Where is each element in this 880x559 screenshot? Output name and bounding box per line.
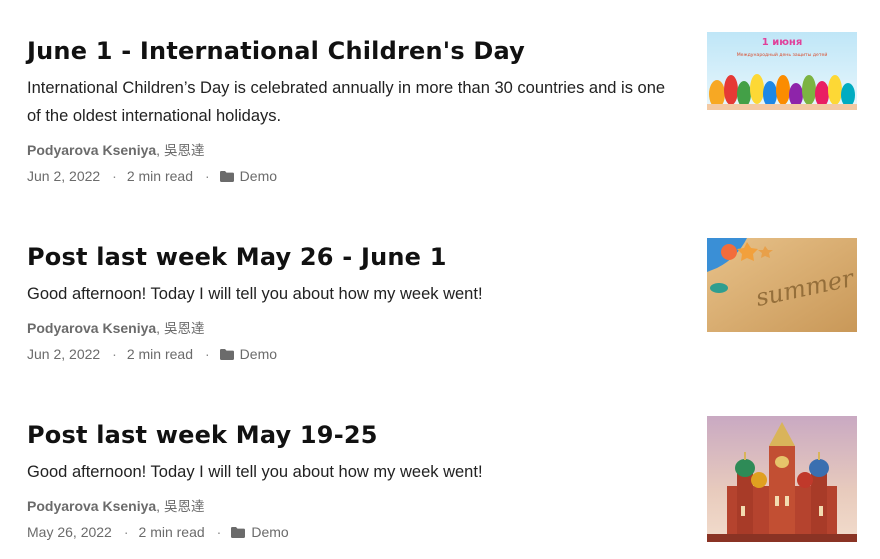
read-time: 2 min read [126,168,193,184]
post-title[interactable]: June 1 - International Children's Day [27,36,682,66]
author-separator: , [156,142,161,158]
post-text: June 1 - International Children's Day In… [27,36,682,186]
folder-icon [219,170,234,182]
author-link[interactable]: 吳恩達 [164,499,205,515]
category-link[interactable]: Demo [240,166,277,186]
author-link[interactable]: Podyarova Kseniya [27,142,156,158]
post-meta: May 26, 2022 · 2 min read · Demo [27,522,682,542]
category-link[interactable]: Demo [240,344,277,364]
svg-text:1 июня: 1 июня [762,37,803,48]
post-thumbnail[interactable]: summer [707,238,857,332]
meta-separator: · [205,168,210,184]
post-meta: Jun 2, 2022 · 2 min read · Demo [27,344,682,364]
post-date: Jun 2, 2022 [27,346,101,362]
author-link[interactable]: 吳恩達 [164,321,205,337]
post-authors: Podyarova Kseniya, 吳恩達 [27,496,682,517]
author-link[interactable]: Podyarova Kseniya [27,498,156,514]
author-separator: , [156,320,161,336]
post-thumbnail[interactable] [707,416,857,542]
post-title[interactable]: Post last week May 19-25 [27,420,682,450]
svg-text:Международный день защиты дете: Международный день защиты детей [737,51,828,58]
post-authors: Podyarova Kseniya, 吳恩達 [27,318,682,339]
post-date: Jun 2, 2022 [27,168,101,184]
post-meta: Jun 2, 2022 · 2 min read · Demo [27,166,682,186]
post-thumbnail[interactable]: 1 июня Международный день защиты детей [707,32,857,110]
meta-separator: · [112,346,117,362]
author-separator: , [156,498,161,514]
post-summary: Good afternoon! Today I will tell you ab… [27,463,483,481]
post-authors: Podyarova Kseniya, 吳恩達 [27,140,682,161]
moscow-cathedral-thumbnail-icon [707,416,857,542]
category-link[interactable]: Demo [251,522,288,542]
author-link[interactable]: 吳恩達 [164,143,205,159]
post-text: Post last week May 19-25 Good afternoon!… [27,420,682,542]
meta-separator: · [216,524,222,540]
summer-sand-thumbnail-icon: summer [707,238,857,332]
read-time: 2 min read [126,346,193,362]
meta-separator: · [205,346,210,362]
post-text: Post last week May 26 - June 1 Good afte… [27,242,682,364]
post-title[interactable]: Post last week May 26 - June 1 [27,242,682,272]
post-date: May 26, 2022 [27,524,112,540]
folder-icon [219,348,234,360]
author-link[interactable]: Podyarova Kseniya [27,320,156,336]
childrens-day-thumbnail-icon: 1 июня Международный день защиты детей [707,32,857,110]
post-summary: Good afternoon! Today I will tell you ab… [27,285,483,303]
read-time: 2 min read [138,524,205,540]
post-summary: International Children’s Day is celebrat… [27,79,666,125]
folder-icon [231,526,246,538]
meta-separator: · [112,168,117,184]
meta-separator: · [123,524,129,540]
